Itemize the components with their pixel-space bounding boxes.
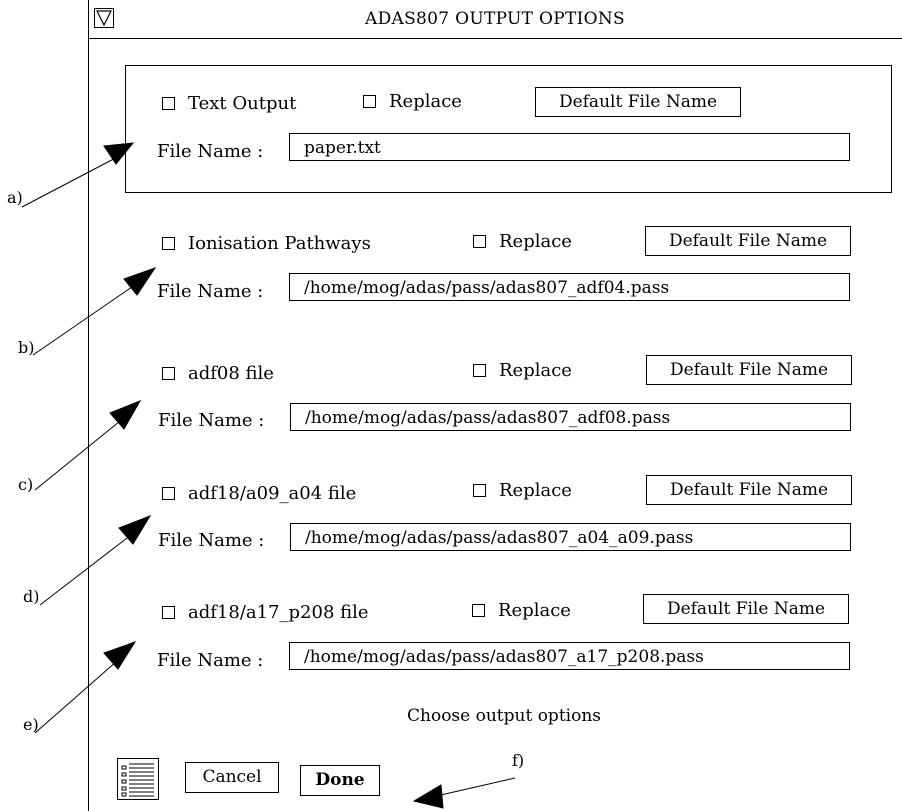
arrow-line-d	[39, 527, 141, 606]
callout-arrows	[21, 142, 516, 809]
arrowhead-e	[103, 641, 137, 670]
arrowhead-d	[118, 515, 152, 545]
arrowhead-c	[109, 400, 142, 430]
arrowhead-b	[123, 267, 157, 296]
arrow-line-e	[34, 653, 126, 734]
arrowhead-a	[103, 142, 135, 165]
arrowhead-f	[412, 784, 444, 809]
arrow-line-c	[34, 412, 131, 491]
arrow-line-a	[21, 152, 126, 208]
arrow-line-f	[431, 777, 516, 798]
arrow-line-b	[32, 277, 146, 356]
